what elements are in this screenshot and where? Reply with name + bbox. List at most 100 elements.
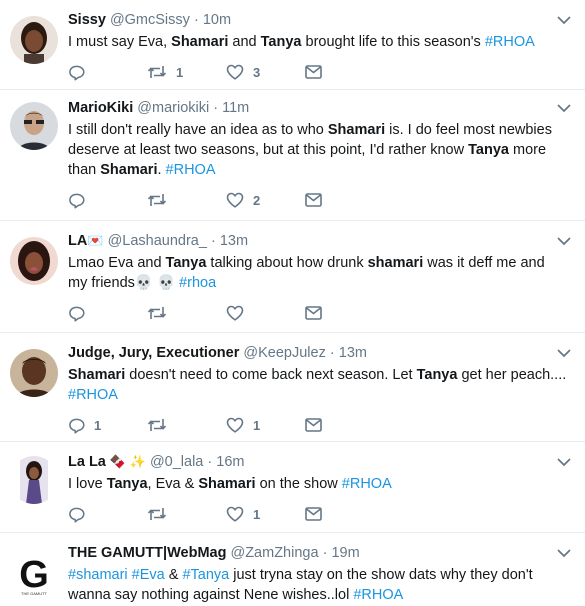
author-name[interactable]: LA — [68, 233, 87, 249]
hashtag-link[interactable]: #Tanya — [182, 567, 229, 583]
author-name[interactable]: THE GAMUTT|WebMag — [68, 545, 226, 561]
direct-message-icon — [305, 193, 322, 207]
logo-letter: G — [19, 554, 49, 596]
avatar[interactable] — [10, 102, 58, 150]
like-button[interactable]: 1 — [226, 417, 305, 433]
highlighted-term: Tanya — [260, 34, 302, 50]
hashtag-link[interactable]: #rhoa — [179, 275, 216, 291]
reply-icon — [68, 506, 85, 523]
chevron-down-icon[interactable] — [557, 549, 573, 561]
chevron-down-icon[interactable] — [557, 16, 573, 28]
timestamp[interactable]: 13m — [339, 345, 367, 361]
name-emoji: 💌 — [87, 233, 104, 248]
author-handle[interactable]: @KeepJulez — [243, 345, 325, 361]
avatar[interactable] — [10, 237, 58, 285]
author-handle[interactable]: @0_lala — [150, 454, 203, 470]
author-name[interactable]: Judge, Jury, Executioner — [68, 345, 239, 361]
chevron-down-icon[interactable] — [557, 349, 573, 361]
like-icon — [226, 64, 244, 80]
author-name[interactable]: Sissy — [68, 12, 106, 28]
logo-caption: THE GAMUTT — [21, 591, 48, 596]
avatar[interactable] — [10, 16, 58, 64]
reply-icon — [68, 305, 85, 322]
timestamp[interactable]: 16m — [216, 454, 244, 470]
retweet-button[interactable] — [147, 305, 226, 321]
author-handle[interactable]: @Lashaundra_ — [108, 233, 207, 249]
reply-button[interactable]: 1 — [68, 417, 147, 434]
tweet[interactable]: Sissy @GmcSissy · 10m I must say Eva, Sh… — [0, 0, 585, 90]
like-count: 1 — [253, 506, 261, 522]
like-icon — [226, 305, 244, 321]
like-button[interactable]: 2 — [226, 192, 305, 208]
tweet-header: Sissy @GmcSissy · 10m — [68, 10, 571, 32]
separator-dot: · — [210, 233, 216, 249]
like-button[interactable]: 3 — [226, 64, 305, 80]
author-handle[interactable]: @mariokiki — [137, 100, 209, 116]
hashtag-link[interactable]: #Eva — [132, 567, 165, 583]
tweet[interactable]: MarioKiki @mariokiki · 11m I still don't… — [0, 90, 585, 221]
highlighted-term: Tanya — [416, 367, 458, 383]
tweet-header: La La 🍫 ✨ @0_lala · 16m — [68, 452, 571, 474]
retweet-count: 1 — [176, 64, 184, 80]
chevron-down-icon[interactable] — [557, 237, 573, 249]
reply-button[interactable] — [68, 64, 147, 81]
hashtag-link[interactable]: #RHOA — [68, 387, 118, 403]
avatar[interactable]: G THE GAMUTT — [10, 549, 58, 597]
hashtag-link[interactable]: #RHOA — [166, 162, 216, 178]
tweet[interactable]: Judge, Jury, Executioner @KeepJulez · 13… — [0, 333, 585, 442]
like-count: 1 — [253, 417, 261, 433]
tweet-header: THE GAMUTT|WebMag @ZamZhinga · 19m — [68, 543, 571, 565]
reply-icon — [68, 417, 85, 434]
reply-button[interactable] — [68, 192, 147, 209]
tweet[interactable]: G THE GAMUTT THE GAMUTT|WebMag @ZamZhinga… — [0, 533, 585, 606]
direct-message-button[interactable] — [305, 306, 384, 320]
reply-button[interactable] — [68, 305, 147, 322]
highlighted-term: shamari — [367, 255, 424, 271]
like-icon — [226, 192, 244, 208]
direct-message-button[interactable] — [305, 65, 384, 79]
direct-message-button[interactable] — [305, 507, 384, 521]
hashtag-link[interactable]: #RHOA — [342, 476, 392, 492]
tweet-feed: Sissy @GmcSissy · 10m I must say Eva, Sh… — [0, 0, 585, 606]
timestamp[interactable]: 10m — [203, 12, 231, 28]
tweet-actions: 1 1 — [68, 408, 571, 442]
author-handle[interactable]: @GmcSissy — [110, 12, 190, 28]
direct-message-button[interactable] — [305, 193, 384, 207]
chevron-down-icon[interactable] — [557, 458, 573, 470]
highlighted-term: Shamari — [198, 476, 256, 492]
highlighted-term: Shamari — [171, 34, 229, 50]
timestamp[interactable]: 13m — [220, 233, 248, 249]
timestamp[interactable]: 19m — [331, 545, 359, 561]
author-name[interactable]: MarioKiki — [68, 100, 133, 116]
retweet-button[interactable] — [147, 506, 226, 522]
chevron-down-icon[interactable] — [557, 104, 573, 116]
name-emoji: 🍫 ✨ — [109, 454, 146, 469]
tweet-text: I still don't really have an idea as to … — [68, 122, 552, 178]
tweet-text: I must say Eva, Shamari and Tanya brough… — [68, 34, 535, 50]
like-button[interactable] — [226, 305, 305, 321]
direct-message-icon — [305, 418, 322, 432]
like-icon — [226, 506, 244, 522]
direct-message-icon — [305, 306, 322, 320]
avatar[interactable] — [10, 456, 58, 504]
author-name[interactable]: La La — [68, 454, 106, 470]
retweet-icon — [147, 64, 167, 80]
reply-button[interactable] — [68, 506, 147, 523]
reply-icon — [68, 192, 85, 209]
retweet-button[interactable]: 1 — [147, 64, 226, 80]
retweet-button[interactable] — [147, 417, 226, 433]
retweet-button[interactable] — [147, 192, 226, 208]
tweet[interactable]: La La 🍫 ✨ @0_lala · 16m I love Tanya, Ev… — [0, 442, 585, 533]
tweet-header: LA💌 @Lashaundra_ · 13m — [68, 231, 571, 253]
retweet-icon — [147, 305, 167, 321]
like-button[interactable]: 1 — [226, 506, 305, 522]
direct-message-button[interactable] — [305, 418, 384, 432]
timestamp[interactable]: 11m — [222, 100, 249, 116]
avatar[interactable] — [10, 349, 58, 397]
hashtag-link[interactable]: #RHOA — [485, 34, 535, 50]
author-handle[interactable]: @ZamZhinga — [230, 545, 318, 561]
hashtag-link[interactable]: #RHOA — [353, 587, 403, 603]
tweet[interactable]: LA💌 @Lashaundra_ · 13m Lmao Eva and Tany… — [0, 221, 585, 333]
hashtag-link[interactable]: #shamari — [68, 567, 128, 583]
tweet-text: Shamari doesn't need to come back next s… — [68, 367, 567, 403]
